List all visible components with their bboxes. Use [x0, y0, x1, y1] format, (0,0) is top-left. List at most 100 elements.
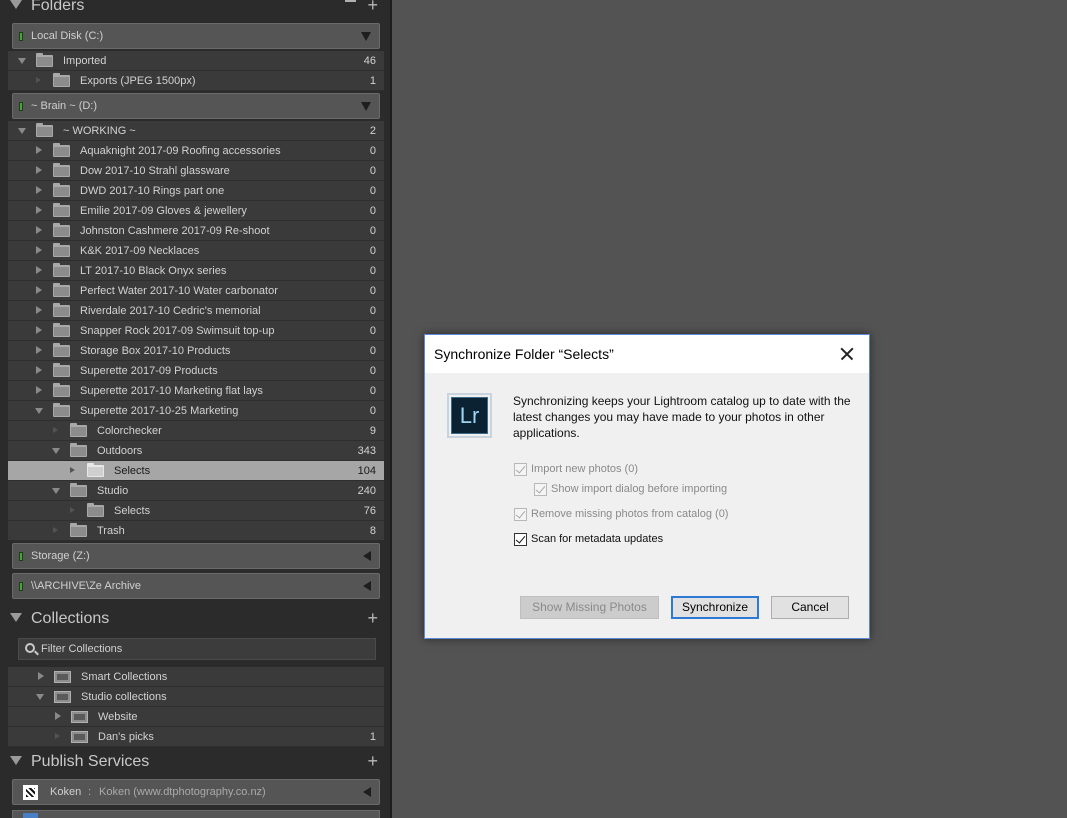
folder-label: Superette 2017-10 Marketing flat lays [80, 385, 263, 397]
checkbox-label: Import new photos (0) [531, 463, 638, 475]
disclosure-closed-icon[interactable] [36, 166, 42, 174]
volume-brain-d[interactable]: ~ Brain ~ (D:) [12, 93, 380, 119]
folder-row[interactable]: LT 2017-10 Black Onyx series 0 [8, 261, 384, 281]
folder-count: 0 [369, 405, 376, 417]
collections-header[interactable]: Collections + [0, 608, 390, 631]
close-icon[interactable] [833, 341, 861, 367]
folder-row[interactable]: DWD 2017-10 Rings part one 0 [8, 181, 384, 201]
folder-row-selected[interactable]: Selects 104 [8, 461, 384, 481]
disclosure-closed-icon[interactable] [36, 386, 42, 394]
volume-storage-z[interactable]: Storage (Z:) [12, 543, 380, 569]
disclosure-closed-icon[interactable] [36, 226, 42, 234]
checkbox-checked-icon[interactable] [514, 508, 527, 521]
disclosure-closed-icon[interactable] [36, 346, 42, 354]
show-missing-photos-button[interactable]: Show Missing Photos [520, 596, 659, 619]
folder-row[interactable]: K&K 2017-09 Necklaces 0 [8, 241, 384, 261]
publish-service-koken[interactable]: Koken : Koken (www.dtphotography.co.nz) [12, 779, 380, 805]
add-folder-icon[interactable]: + [367, 0, 378, 16]
disclosure-closed-icon[interactable] [36, 286, 42, 294]
publish-services-header[interactable]: Publish Services + [0, 751, 390, 774]
folder-icon [53, 143, 70, 157]
service-collapsed-icon[interactable] [363, 787, 371, 797]
collection-label: Smart Collections [81, 671, 168, 683]
disclosure-open-icon[interactable] [52, 448, 60, 454]
folder-label: Selects [114, 505, 151, 517]
folder-row[interactable]: Outdoors 343 [8, 441, 384, 461]
volume-archive[interactable]: \\ARCHIVE\Ze Archive [12, 573, 380, 599]
checkbox-checked-icon[interactable] [534, 483, 547, 496]
folder-row[interactable]: Aquaknight 2017-09 Roofing accessories 0 [8, 141, 384, 161]
add-collection-icon[interactable]: + [367, 608, 378, 629]
disclosure-closed-icon[interactable] [38, 672, 44, 680]
folder-row[interactable]: Colorchecker 9 [8, 421, 384, 441]
checkbox-checked-icon[interactable] [514, 533, 527, 546]
folder-count: 0 [369, 285, 376, 297]
disclosure-closed-icon[interactable] [36, 366, 42, 374]
disclosure-open-icon[interactable] [18, 58, 26, 64]
folder-row[interactable]: Perfect Water 2017-10 Water carbonator 0 [8, 281, 384, 301]
folder-row[interactable]: Storage Box 2017-10 Products 0 [8, 341, 384, 361]
publish-service-partial[interactable] [12, 810, 380, 818]
disclosure-closed-icon[interactable] [36, 326, 42, 334]
service-name: Koken [50, 786, 82, 798]
volume-expand-icon[interactable] [361, 32, 371, 41]
folder-row[interactable]: Johnston Cashmere 2017-09 Re-shoot 0 [8, 221, 384, 241]
disclosure-open-icon[interactable] [35, 408, 43, 414]
folders-header[interactable]: Folders + [0, 0, 390, 18]
folder-count: 1 [369, 75, 376, 87]
dialog-titlebar[interactable]: Synchronize Folder “Selects” [425, 335, 869, 373]
folder-row[interactable]: Riverdale 2017-10 Cedric's memorial 0 [8, 301, 384, 321]
collapse-triangle-icon[interactable] [10, 756, 22, 765]
volume-local-disk-c[interactable]: Local Disk (C:) [12, 23, 380, 49]
folder-row[interactable]: Emilie 2017-09 Gloves & jewellery 0 [8, 201, 384, 221]
collection-row[interactable]: Studio collections [8, 687, 384, 707]
collapse-triangle-icon[interactable] [10, 613, 22, 622]
volume-name: Local Disk (C:) [31, 30, 104, 42]
folder-icon [70, 443, 87, 457]
disclosure-closed-icon[interactable] [36, 206, 42, 214]
collection-row[interactable]: Smart Collections [8, 667, 384, 687]
disclosure-closed-icon[interactable] [55, 712, 61, 720]
volume-expand-icon[interactable] [361, 102, 371, 111]
folder-label: Storage Box 2017-10 Products [80, 345, 231, 357]
folder-row[interactable]: Imported 46 [8, 51, 384, 71]
folder-row[interactable]: Studio 240 [8, 481, 384, 501]
checkbox-label: Show import dialog before importing [551, 483, 728, 495]
folder-row[interactable]: Exports (JPEG 1500px) 1 [8, 71, 384, 91]
synchronize-button[interactable]: Synchronize [671, 596, 759, 619]
folder-row[interactable]: Snapper Rock 2017-09 Swimsuit top-up 0 [8, 321, 384, 341]
disclosure-open-icon[interactable] [18, 128, 26, 134]
folder-row[interactable]: Selects 76 [8, 501, 384, 521]
collection-label: Website [98, 711, 138, 723]
add-publish-service-icon[interactable]: + [367, 751, 378, 772]
collapse-triangle-icon[interactable] [10, 0, 22, 9]
disclosure-closed-icon[interactable] [36, 146, 42, 154]
dialog-message: Synchronizing keeps your Lightroom catal… [513, 394, 851, 440]
folder-icon [87, 503, 104, 517]
disclosure-closed-icon[interactable] [36, 246, 42, 254]
volume-collapsed-icon[interactable] [363, 551, 371, 561]
disclosure-closed-icon[interactable] [36, 186, 42, 194]
folders-title: Folders [31, 0, 85, 14]
remove-folder-icon[interactable] [345, 0, 356, 2]
folder-icon [87, 463, 104, 477]
disclosure-open-icon[interactable] [36, 694, 44, 700]
checkbox-checked-icon[interactable] [514, 463, 527, 476]
folder-row[interactable]: Superette 2017-10-25 Marketing 0 [8, 401, 384, 421]
filter-collections-input[interactable]: Filter Collections [18, 638, 376, 660]
folder-icon [70, 523, 87, 537]
folder-icon [36, 53, 53, 67]
volume-collapsed-icon[interactable] [363, 581, 371, 591]
folder-row[interactable]: Superette 2017-10 Marketing flat lays 0 [8, 381, 384, 401]
service-description: Koken (www.dtphotography.co.nz) [99, 786, 266, 798]
folder-row[interactable]: ~ WORKING ~ 2 [8, 121, 384, 141]
folder-row[interactable]: Superette 2017-09 Products 0 [8, 361, 384, 381]
cancel-button[interactable]: Cancel [771, 596, 849, 619]
collection-row[interactable]: Dan's picks 1 [8, 727, 384, 747]
folder-row[interactable]: Trash 8 [8, 521, 384, 541]
folder-row[interactable]: Dow 2017-10 Strahl glassware 0 [8, 161, 384, 181]
disclosure-open-icon[interactable] [52, 488, 60, 494]
disclosure-closed-icon[interactable] [36, 306, 42, 314]
disclosure-closed-icon[interactable] [36, 266, 42, 274]
collection-row[interactable]: Website [8, 707, 384, 727]
